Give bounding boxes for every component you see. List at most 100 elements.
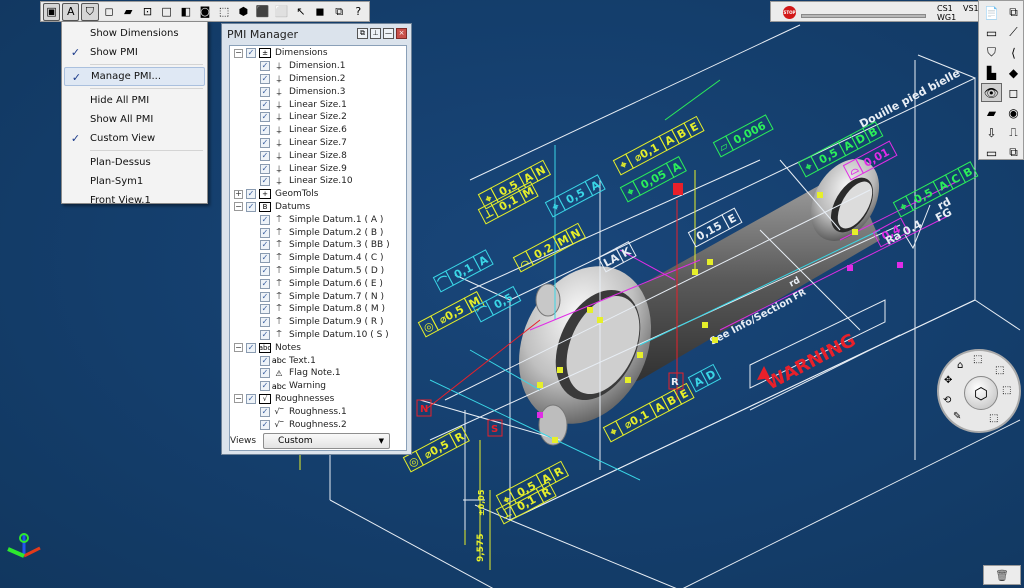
visibility-checkbox[interactable]: ✓ xyxy=(260,73,270,84)
colored-shape-button[interactable]: ◧ xyxy=(177,3,194,21)
visibility-checkbox[interactable]: ✓ xyxy=(260,112,270,123)
tree-item[interactable]: ✓ ⍊ Linear Size.8 xyxy=(230,149,406,162)
tree-group-geomtols[interactable]: + ✓ + GeomTols xyxy=(230,188,406,201)
tree-item[interactable]: ✓ ⍊ Dimension.3 xyxy=(230,85,406,98)
tree-item[interactable]: ✓ ⍊ Dimension.2 xyxy=(230,73,406,86)
tree-item[interactable]: ✓ ⍑ Simple Datum.5 ( D ) xyxy=(230,265,406,278)
visibility-checkbox[interactable]: ✓ xyxy=(260,355,270,366)
tree-item[interactable]: ✓ ⍊ Dimension.1 xyxy=(230,60,406,73)
visibility-checkbox[interactable]: ✓ xyxy=(260,61,270,72)
views-select[interactable]: Custom ▼ xyxy=(263,433,390,449)
collapse-icon[interactable]: − xyxy=(234,343,243,353)
tree-item[interactable]: ✓ ⍑ Simple Datum.7 ( N ) xyxy=(230,290,406,303)
visibility-checkbox[interactable]: ✓ xyxy=(246,342,256,353)
tree-item[interactable]: ✓ ⍑ Simple Datum.6 ( E ) xyxy=(230,277,406,290)
visibility-checkbox[interactable]: ✓ xyxy=(260,278,270,289)
menu-item-show-dimensions[interactable]: Show Dimensions xyxy=(64,24,205,43)
compass-hub-icon[interactable]: ⬡ xyxy=(964,376,998,410)
collapse-icon[interactable]: − xyxy=(234,202,243,212)
tree-item[interactable]: ✓ ⍑ Simple Datum.8 ( M ) xyxy=(230,303,406,316)
tree-item[interactable]: ✓ ⍑ Simple Datum.10 ( S ) xyxy=(230,329,406,342)
capture-button[interactable]: ◙ xyxy=(196,3,213,21)
tree-item[interactable]: ✓ ⍊ Linear Size.10 xyxy=(230,175,406,188)
whats-this-button[interactable]: ? xyxy=(350,3,367,21)
visibility-checkbox[interactable]: ✓ xyxy=(260,317,270,328)
visibility-checkbox[interactable]: ✓ xyxy=(246,189,256,200)
right-tool-14-icon[interactable]: ▭ xyxy=(981,143,1002,162)
collapse-icon[interactable]: − xyxy=(234,48,243,58)
tree-group-dimensions[interactable]: − ✓ ± Dimensions xyxy=(230,47,406,60)
visibility-checkbox[interactable]: ✓ xyxy=(260,150,270,161)
empty-box-button[interactable]: □ xyxy=(158,3,175,21)
cube-outline-button[interactable]: ◻ xyxy=(101,3,118,21)
right-tool-12-icon[interactable]: ⇩ xyxy=(981,123,1002,142)
right-tool-0-icon[interactable]: 📄 xyxy=(981,3,1002,22)
tree-item[interactable]: ✓ ⍑ Simple Datum.4 ( C ) xyxy=(230,252,406,265)
tree-item[interactable]: ✓ abc Warning xyxy=(230,380,406,393)
right-tool-11-icon[interactable]: ◉ xyxy=(1003,103,1024,122)
visibility-checkbox[interactable]: ✓ xyxy=(260,214,270,225)
visibility-checkbox[interactable]: ✓ xyxy=(260,227,270,238)
shaded-face-button[interactable]: ▰ xyxy=(120,3,137,21)
tree-group-datums[interactable]: − ✓ B Datums xyxy=(230,201,406,214)
right-tool-4-icon[interactable]: ⛉ xyxy=(981,43,1002,62)
menu-item-hide-all-pmi[interactable]: Hide All PMI xyxy=(64,91,205,110)
stop-icon[interactable]: STOP xyxy=(783,6,796,19)
tree-item[interactable]: ✓ ⍑ Simple Datum.2 ( B ) xyxy=(230,226,406,239)
select-box-button[interactable]: ⊡ xyxy=(139,3,156,21)
tree-item[interactable]: ✓ ⍊ Linear Size.6 xyxy=(230,124,406,137)
menu-item-show-all-pmi[interactable]: Show All PMI xyxy=(64,110,205,129)
visibility-checkbox[interactable]: ✓ xyxy=(260,125,270,136)
right-tool-3-icon[interactable]: ⟋ xyxy=(1003,23,1024,42)
visibility-checkbox[interactable]: ✓ xyxy=(260,304,270,315)
tree-item[interactable]: ✓ √‾ Roughness.2 xyxy=(230,418,406,431)
visibility-checkbox[interactable]: ✓ xyxy=(260,253,270,264)
visibility-checkbox[interactable]: ✓ xyxy=(260,99,270,110)
trash-button[interactable]: 🗑 xyxy=(983,565,1021,585)
yellow-cube-button[interactable]: ⬚ xyxy=(216,3,233,21)
right-tool-13-icon[interactable]: ⎍ xyxy=(1003,123,1024,142)
visibility-checkbox[interactable]: ✓ xyxy=(246,393,256,404)
visibility-checkbox[interactable]: ✓ xyxy=(260,381,270,392)
tree-item[interactable]: ✓ √‾ Roughness.1 xyxy=(230,405,406,418)
rotate-icon[interactable]: ⟲ xyxy=(943,395,951,406)
right-tool-2-icon[interactable]: ▭ xyxy=(981,23,1002,42)
tree-item[interactable]: ✓ abc Text.1 xyxy=(230,354,406,367)
shield-view-button[interactable]: ⛉ xyxy=(81,2,99,21)
green-cube-button[interactable]: ⬛ xyxy=(254,3,271,21)
visibility-checkbox[interactable]: ✓ xyxy=(260,419,270,430)
menu-item-show-pmi[interactable]: ✓ Show PMI xyxy=(64,43,205,62)
dock-icon[interactable]: ⊥ xyxy=(370,28,381,39)
insert-part-button[interactable]: ⧉ xyxy=(331,3,348,21)
material-cube-button[interactable]: ⬜ xyxy=(273,3,290,21)
visibility-checkbox[interactable]: ✓ xyxy=(260,406,270,417)
close-icon[interactable]: × xyxy=(396,28,407,39)
right-tool-7-icon[interactable]: ◆ xyxy=(1003,63,1024,82)
right-tool-6-icon[interactable]: ▙ xyxy=(981,63,1002,82)
visibility-checkbox[interactable]: ✓ xyxy=(260,291,270,302)
right-tool-1-icon[interactable]: ⧉ xyxy=(1003,3,1024,22)
menu-item-plan-sym1[interactable]: Plan-Sym1 xyxy=(64,172,205,191)
right-tool-5-icon[interactable]: ⟨ xyxy=(1003,43,1024,62)
visibility-checkbox[interactable]: ✓ xyxy=(260,329,270,340)
tree-item[interactable]: ✓ ⍊ Linear Size.2 xyxy=(230,111,406,124)
tree-item[interactable]: ✓ ⍊ Linear Size.7 xyxy=(230,137,406,150)
collapse-icon[interactable]: − xyxy=(234,394,243,404)
right-tool-8-icon[interactable]: 👁 xyxy=(981,83,1002,102)
visibility-checkbox[interactable]: ✓ xyxy=(260,368,270,379)
iso-view-icon[interactable]: ⬚ xyxy=(1002,385,1011,396)
view-compass[interactable]: ⬚ ⌂ ⬚ ✥ ⬚ ⟲ ✎ ⬚ ⬡ xyxy=(937,349,1021,433)
right-tool-15-icon[interactable]: ⧉ xyxy=(1003,143,1024,162)
tree-item[interactable]: ✓ ⍊ Linear Size.1 xyxy=(230,98,406,111)
highlight-cube-button[interactable]: ⬢ xyxy=(235,3,252,21)
visibility-checkbox[interactable]: ✓ xyxy=(260,137,270,148)
visibility-checkbox[interactable]: ✓ xyxy=(260,176,270,187)
pan-icon[interactable]: ✥ xyxy=(944,375,952,386)
tree-item[interactable]: ✓ ⍑ Simple Datum.3 ( BB ) xyxy=(230,239,406,252)
tree-item[interactable]: ✓ ⍊ Linear Size.9 xyxy=(230,162,406,175)
menu-item-plan-dessus[interactable]: Plan-Dessus xyxy=(64,153,205,172)
tree-group-roughnesses[interactable]: − ✓ √ Roughnesses xyxy=(230,393,406,406)
tree-group-notes[interactable]: − ✓ abc Notes xyxy=(230,341,406,354)
restore-icon[interactable]: ⧉ xyxy=(357,28,368,39)
edit-icon[interactable]: ✎ xyxy=(953,411,961,422)
